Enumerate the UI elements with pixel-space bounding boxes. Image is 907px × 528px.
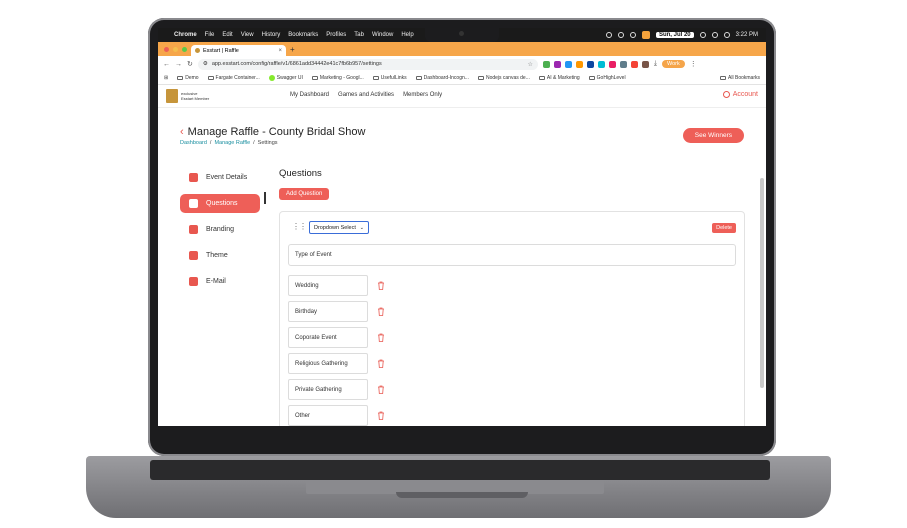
breadcrumb: Dashboard / Manage Raffle / Settings (180, 140, 365, 146)
see-winners-button[interactable]: See Winners (682, 128, 744, 143)
add-question-button[interactable]: Add Question (279, 188, 330, 200)
questions-panel: Questions Add Question ⋮⋮ Dropdown Selec… (279, 168, 745, 426)
trash-icon[interactable] (377, 307, 385, 316)
delete-question-button[interactable]: Delete (712, 223, 736, 233)
option-input[interactable]: Coporate Event (288, 327, 368, 348)
breadcrumb-manage-raffle[interactable]: Manage Raffle (214, 140, 250, 146)
question-icon (189, 199, 198, 208)
sidebar-item-event-details[interactable]: Event Details (180, 168, 260, 187)
settings-sidebar: Event Details Questions Branding Theme E… (180, 168, 260, 298)
sidebar-item-label: Event Details (206, 174, 248, 181)
sidebar-item-theme[interactable]: Theme (180, 246, 260, 265)
questions-heading: Questions (279, 168, 322, 179)
sidebar-item-questions[interactable]: Questions (180, 194, 260, 213)
keyboard (150, 460, 770, 480)
page-title: Manage Raffle - County Bridal Show (187, 126, 366, 138)
breadcrumb-settings: Settings (257, 140, 278, 146)
drag-handle-icon[interactable]: ⋮⋮ (292, 222, 307, 231)
branding-icon (189, 225, 198, 234)
breadcrumb-dashboard[interactable]: Dashboard (180, 140, 207, 146)
trash-icon[interactable] (377, 385, 385, 394)
trash-icon[interactable] (377, 281, 385, 290)
trash-icon[interactable] (377, 359, 385, 368)
question-text-input[interactable]: Type of Event (288, 244, 736, 266)
sidebar-item-label: Branding (206, 226, 235, 233)
option-input[interactable]: Religious Gathering (288, 353, 368, 374)
title-area: ‹ Manage Raffle - County Bridal Show Das… (180, 126, 365, 146)
option-input[interactable]: Birthday (288, 301, 368, 322)
sidebar-item-branding[interactable]: Branding (180, 220, 260, 239)
breadcrumb-separator: / (209, 140, 212, 146)
breadcrumb-separator: / (253, 140, 255, 146)
sidebar-item-label: E-Mail (206, 278, 226, 285)
option-input[interactable]: Private Gathering (288, 379, 368, 400)
option-input[interactable]: Wedding (288, 275, 368, 296)
option-input[interactable]: Other (288, 405, 368, 426)
camera-icon (459, 31, 464, 36)
laptop-frame: Chrome File Edit View History Bookmarks … (0, 0, 907, 528)
back-chevron-icon[interactable]: ‹ (180, 126, 184, 138)
question-type-select[interactable]: Dropdown Select ⌄ (309, 221, 369, 234)
trash-icon[interactable] (377, 333, 385, 342)
mouse-cursor (264, 192, 266, 204)
calendar-icon (189, 173, 198, 182)
question-card: ⋮⋮ Dropdown Select ⌄ Delete Type of Even… (279, 211, 745, 426)
theme-icon (189, 251, 198, 260)
laptop-lip (396, 492, 528, 498)
question-type-value: Dropdown Select (314, 224, 356, 231)
page-scrollbar[interactable] (760, 178, 764, 388)
trash-icon[interactable] (377, 411, 385, 420)
sidebar-item-label: Questions (206, 200, 238, 207)
chevron-down-icon: ⌄ (359, 224, 364, 231)
sidebar-item-email[interactable]: E-Mail (180, 272, 260, 291)
page-content: ‹ Manage Raffle - County Bridal Show Das… (158, 28, 766, 426)
mail-icon (189, 277, 198, 286)
sidebar-item-label: Theme (206, 252, 228, 259)
